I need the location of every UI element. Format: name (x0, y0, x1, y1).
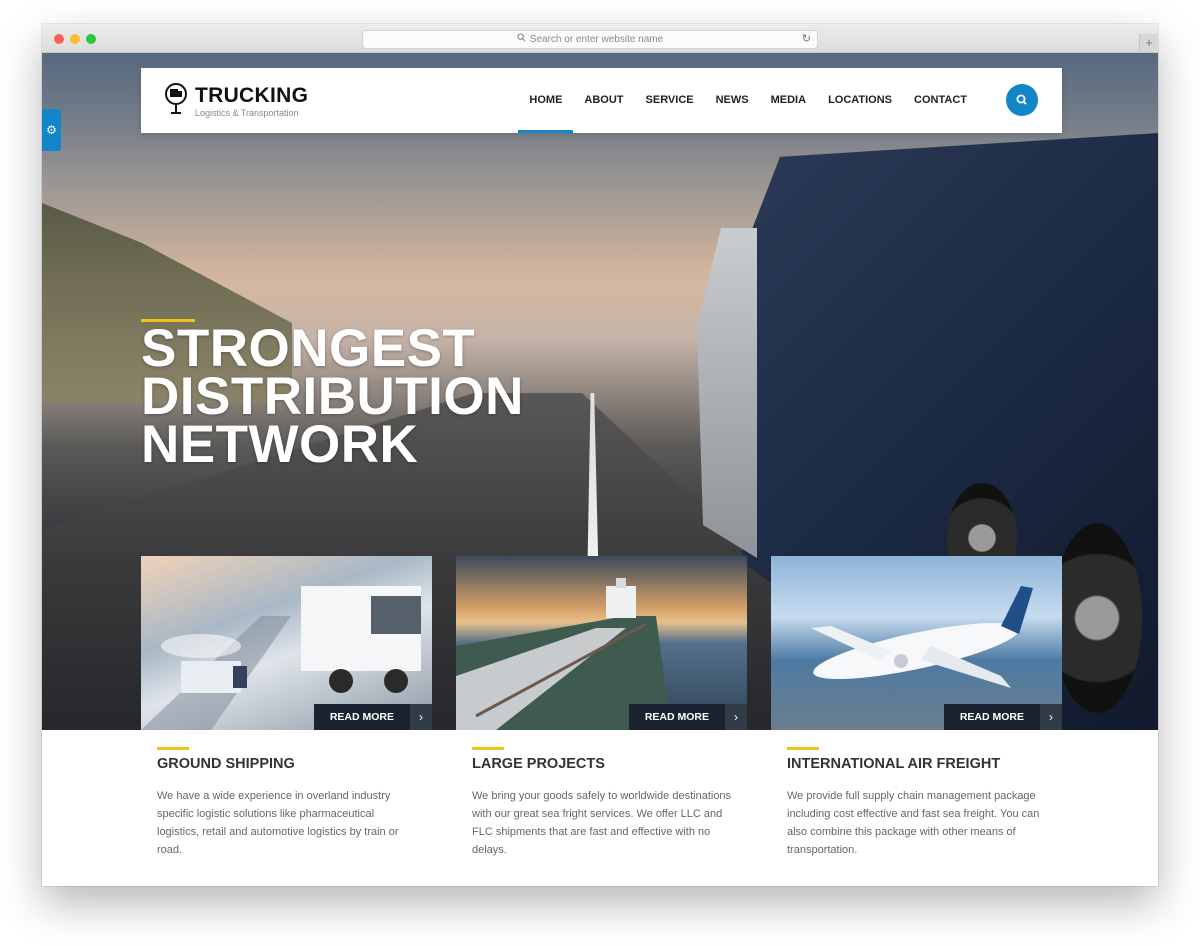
nav-item-about[interactable]: ABOUT (573, 68, 634, 133)
minimize-window-button[interactable] (70, 34, 80, 44)
address-placeholder: Search or enter website name (529, 34, 664, 46)
read-more-label: READ MORE (943, 704, 1040, 730)
read-more-label: READ MORE (628, 704, 725, 730)
chevron-right-icon: › (410, 704, 432, 730)
nav-item-home[interactable]: HOME (518, 68, 574, 133)
card-title[interactable]: GROUND SHIPPING (157, 756, 295, 772)
ground-shipping-image: READ MORE › (141, 556, 432, 730)
search-icon (517, 31, 526, 48)
card-title[interactable]: INTERNATIONAL AIR FREIGHT (787, 756, 1000, 772)
card-title[interactable]: LARGE PROJECTS (472, 756, 605, 772)
card-description: We provide full supply chain management … (787, 790, 1040, 856)
settings-side-tab[interactable]: ⚙ (42, 109, 61, 151)
headline-line: DISTRIBUTION (141, 367, 524, 426)
read-more-button[interactable]: READ MORE › (313, 704, 432, 730)
chevron-right-icon: › (725, 704, 747, 730)
hero-headline: STRONGEST DISTRIBUTION NETWORK (141, 319, 641, 474)
close-window-button[interactable] (54, 34, 64, 44)
site-logo-title[interactable]: TRUCKING (195, 84, 308, 108)
truck-logo-icon (165, 83, 187, 114)
headline-line: NETWORK (141, 415, 419, 474)
chevron-right-icon: › (1040, 704, 1062, 730)
card-accent-bar (787, 747, 819, 750)
hero-truck-wheel (1052, 523, 1142, 713)
headline-line: STRONGEST (141, 319, 476, 378)
search-icon (1016, 94, 1027, 105)
nav-item-media[interactable]: MEDIA (760, 68, 817, 133)
reload-icon[interactable]: ↻ (802, 31, 811, 48)
read-more-button[interactable]: READ MORE › (943, 704, 1062, 730)
read-more-label: READ MORE (313, 704, 410, 730)
card-description: We bring your goods safely to worldwide … (472, 790, 732, 856)
card-accent-bar (157, 747, 189, 750)
nav-item-contact[interactable]: CONTACT (903, 68, 978, 133)
large-projects-image: READ MORE › (456, 556, 747, 730)
service-card-air-freight: READ MORE › INTERNATIONAL AIR FREIGHT We… (771, 556, 1062, 856)
nav-item-locations[interactable]: LOCATIONS (817, 68, 903, 133)
site-logo-subtitle: Logistics & Transportation (195, 108, 299, 118)
nav-item-service[interactable]: SERVICE (635, 68, 705, 133)
new-tab-button[interactable]: + (1139, 34, 1158, 52)
hero-truck-cab (697, 228, 757, 558)
site-header: TRUCKING Logistics & Transportation HOME… (141, 68, 1062, 133)
card-description: We have a wide experience in overland in… (157, 790, 399, 856)
address-bar[interactable]: Search or enter website name ↻ (362, 30, 818, 49)
service-card-large-projects: READ MORE › LARGE PROJECTS We bring your… (456, 556, 747, 856)
browser-window: Search or enter website name ↻ + ⚙ STRON… (42, 24, 1158, 886)
nav-item-news[interactable]: NEWS (705, 68, 760, 133)
browser-titlebar: Search or enter website name ↻ + (42, 24, 1158, 53)
read-more-button[interactable]: READ MORE › (628, 704, 747, 730)
card-accent-bar (472, 747, 504, 750)
main-navigation: HOME ABOUT SERVICE NEWS MEDIA LOCATIONS … (518, 68, 978, 133)
service-card-ground-shipping: READ MORE › GROUND SHIPPING We have a wi… (141, 556, 432, 856)
search-button[interactable] (1006, 84, 1038, 116)
maximize-window-button[interactable] (86, 34, 96, 44)
air-freight-image: READ MORE › (771, 556, 1062, 730)
